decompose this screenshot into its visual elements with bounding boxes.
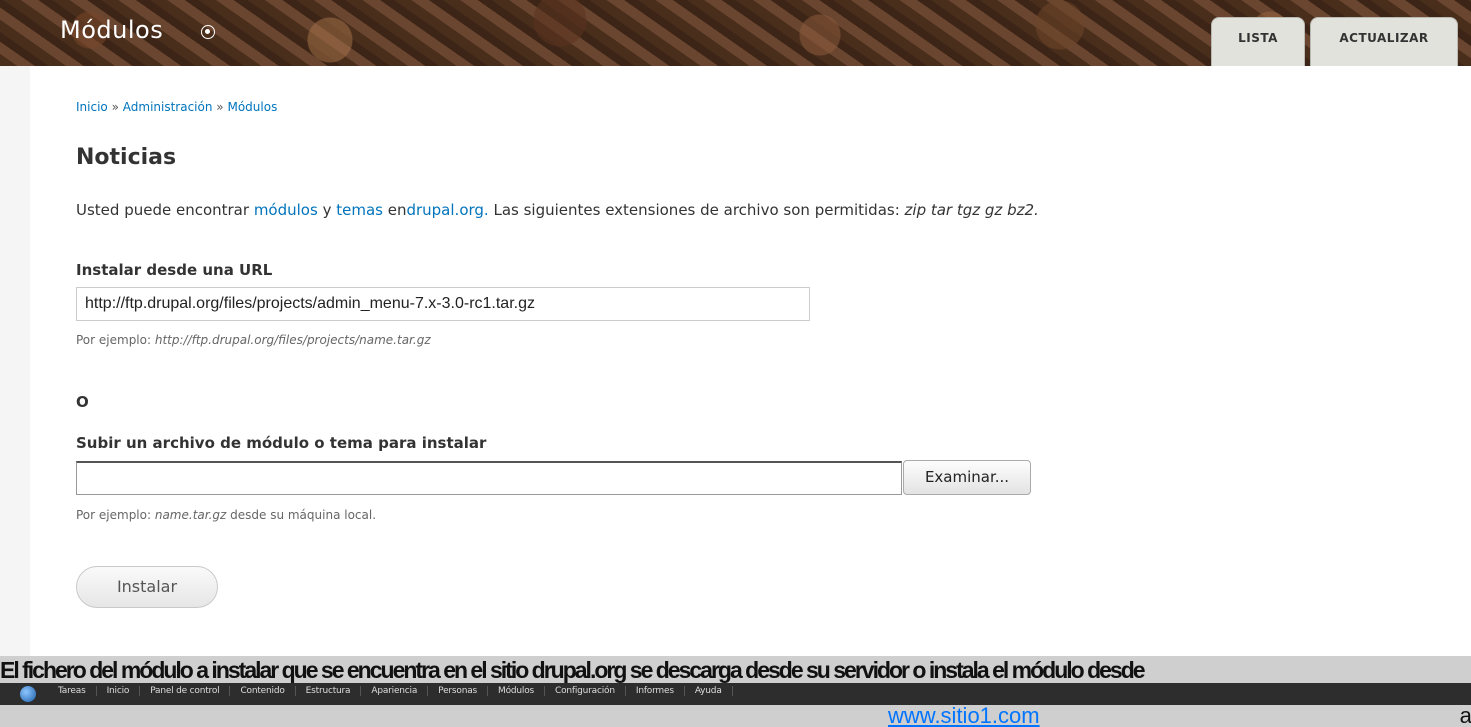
breadcrumb-separator: » bbox=[111, 100, 119, 114]
upload-description-suffix: desde su máquina local. bbox=[226, 508, 377, 522]
breadcrumb-modulos[interactable]: Módulos bbox=[227, 100, 277, 114]
upload-label: Subir un archivo de módulo o tema para i… bbox=[76, 434, 487, 452]
admin-toolbar: Tareas Inicio Panel de control Contenido Est… bbox=[0, 683, 1471, 705]
upload-description-prefix: Por ejemplo: bbox=[76, 508, 155, 522]
page-title: Módulos bbox=[60, 16, 164, 44]
url-description-example: http://ftp.drupal.org/files/projects/nam… bbox=[154, 333, 431, 347]
toolbar-item-apariencia[interactable]: Apariencia bbox=[361, 686, 429, 696]
toolbar-item-tareas[interactable]: Tareas bbox=[48, 686, 97, 696]
breadcrumb: Inicio » Administración » Módulos bbox=[76, 100, 277, 114]
url-description: Por ejemplo: http://ftp.drupal.org/files… bbox=[76, 333, 431, 347]
help-suffix: Las siguientes extensiones de archivo so… bbox=[488, 201, 905, 219]
toolbar-items: Tareas Inicio Panel de control Contenido Est… bbox=[48, 686, 733, 696]
upload-description-example: name.tar.gz bbox=[154, 508, 227, 522]
help-and: y bbox=[317, 201, 337, 219]
toolbar-item-inicio[interactable]: Inicio bbox=[96, 686, 141, 696]
install-button[interactable]: Instalar bbox=[76, 566, 218, 608]
site-link[interactable]: www.sitio1.com bbox=[888, 705, 1040, 727]
footer-trailing-text: able bbox=[1459, 705, 1471, 727]
toolbar-item-estructura[interactable]: Estructura bbox=[295, 686, 362, 696]
help-prefix: Usted puede encontrar bbox=[76, 201, 254, 219]
url-install-label: Instalar desde una URL bbox=[76, 261, 273, 279]
add-shortcut-icon[interactable] bbox=[201, 25, 215, 39]
toolbar-item-contenido[interactable]: Contenido bbox=[230, 686, 296, 696]
overlapping-caption-text: El fichero del módulo a instalar que se … bbox=[0, 658, 1146, 683]
toolbar-item-personas[interactable]: Personas bbox=[428, 686, 489, 696]
breadcrumb-separator: » bbox=[216, 100, 224, 114]
breadcrumb-administracion[interactable]: Administración bbox=[123, 100, 213, 114]
toolbar-item-configuracion[interactable]: Configuración bbox=[545, 686, 626, 696]
footer-line: www.sitio1.com able bbox=[0, 705, 1471, 727]
browse-button[interactable]: Examinar... bbox=[903, 460, 1031, 495]
breadcrumb-inicio[interactable]: Inicio bbox=[76, 100, 108, 114]
themes-link[interactable]: temas bbox=[336, 201, 383, 219]
section-title: Noticias bbox=[76, 145, 177, 170]
allowed-extensions: zip tar tgz gz bz2. bbox=[904, 201, 1039, 219]
content-panel bbox=[30, 66, 1471, 656]
url-input[interactable] bbox=[76, 287, 810, 321]
drupal-link[interactable]: drupal.org. bbox=[406, 201, 488, 219]
file-upload-field[interactable] bbox=[76, 461, 902, 495]
tab-actualizar[interactable]: ACTUALIZAR bbox=[1310, 17, 1458, 66]
toolbar-item-ayuda[interactable]: Ayuda bbox=[684, 686, 733, 696]
modules-link[interactable]: módulos bbox=[254, 201, 318, 219]
tab-lista[interactable]: LISTA bbox=[1211, 17, 1305, 66]
toolbar-item-modulos[interactable]: Módulos bbox=[488, 686, 545, 696]
help-text: Usted puede encontrar módulos y temas en… bbox=[76, 201, 1039, 219]
url-description-prefix: Por ejemplo: bbox=[76, 333, 155, 347]
toolbar-item-panel[interactable]: Panel de control bbox=[140, 686, 231, 696]
upload-description: Por ejemplo: name.tar.gz desde su máquin… bbox=[76, 508, 376, 522]
help-en: en bbox=[382, 201, 407, 219]
toolbar-item-informes[interactable]: Informes bbox=[625, 686, 685, 696]
or-label: O bbox=[76, 393, 89, 411]
drupal-logo-icon[interactable] bbox=[20, 686, 36, 702]
